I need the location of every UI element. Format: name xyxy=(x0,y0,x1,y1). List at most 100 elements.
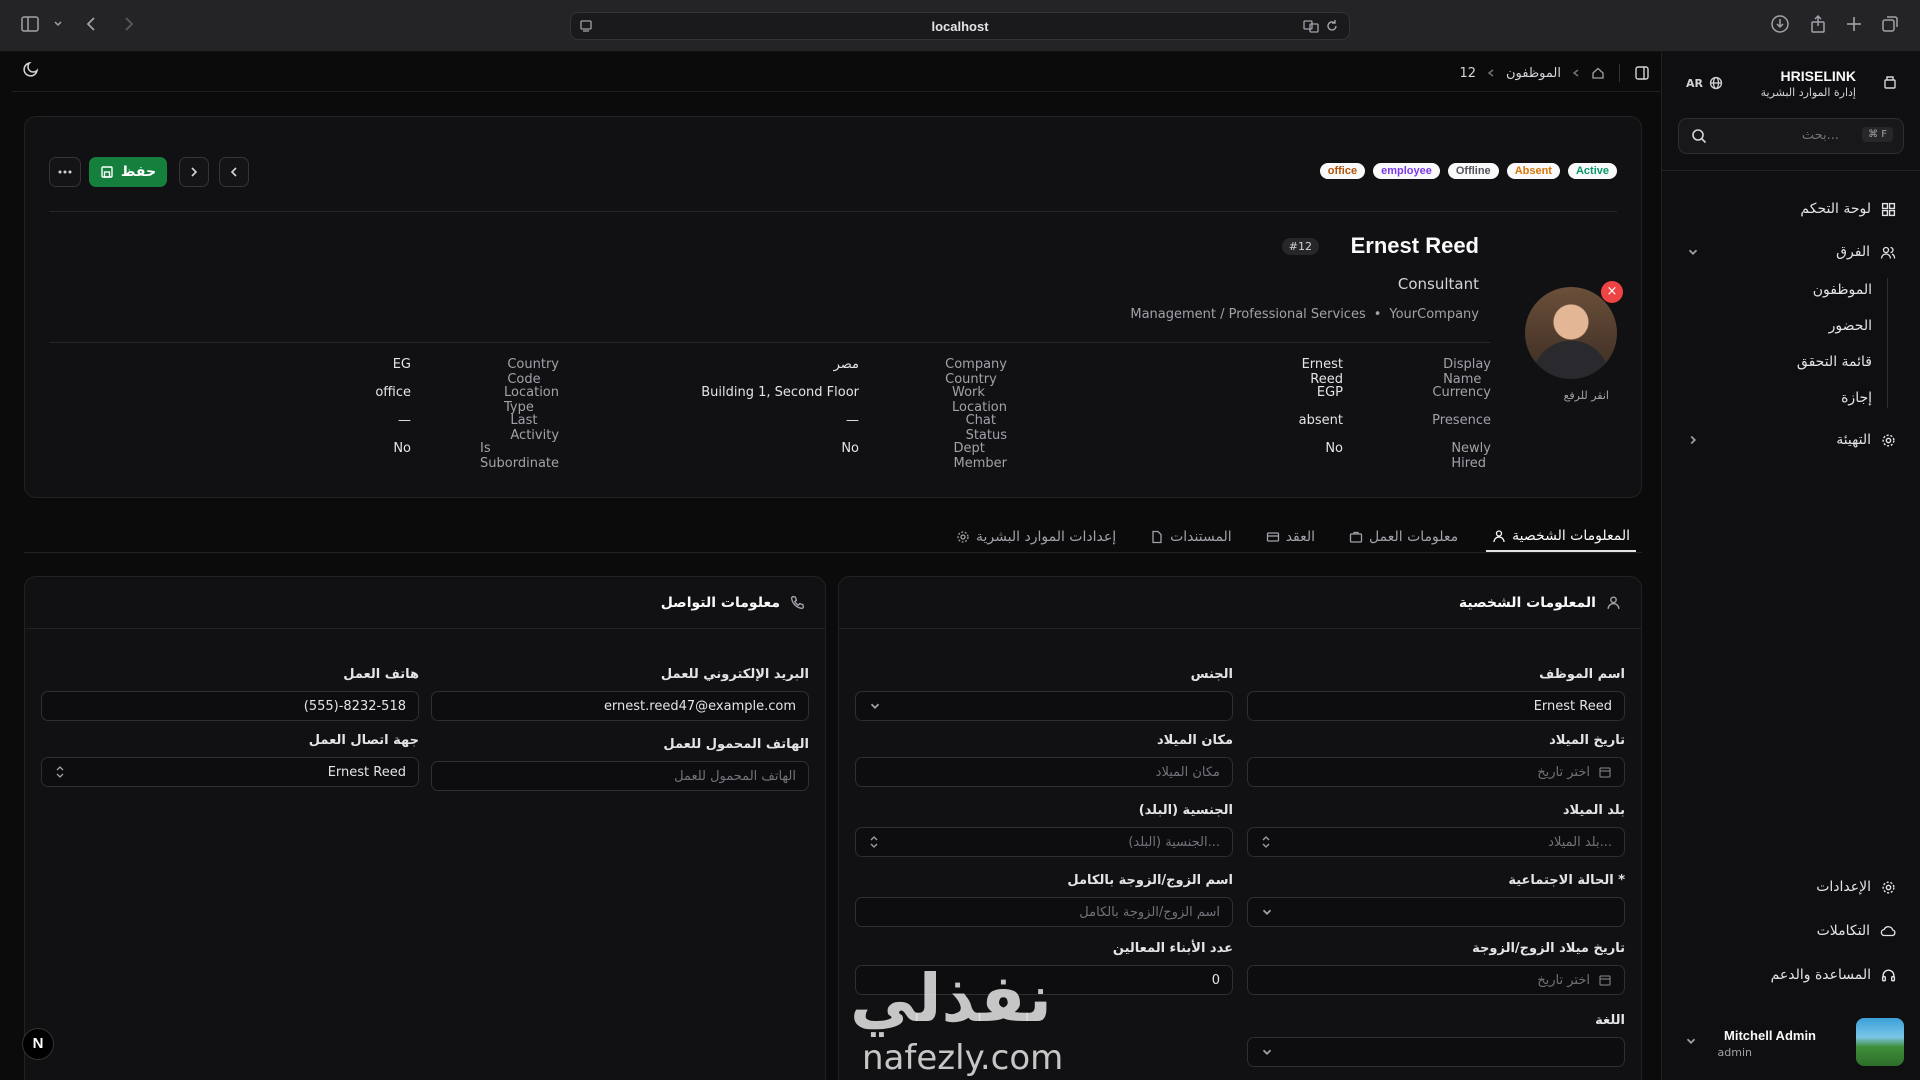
work-phone-input[interactable]: (555)-8232-518 xyxy=(41,691,419,721)
chevron-right-icon xyxy=(188,166,200,178)
address-bar[interactable]: localhost xyxy=(570,12,1350,40)
children-label: عدد الأبناء المعالين xyxy=(1112,941,1233,956)
more-icon xyxy=(57,170,73,174)
reload-icon[interactable] xyxy=(1325,19,1339,33)
sidebar-item-dashboard[interactable]: لوحة التحكم xyxy=(1678,192,1904,226)
nationality-select[interactable]: الجنسية (البلد)... xyxy=(855,827,1233,857)
lang-select[interactable] xyxy=(1247,1037,1625,1067)
spouse-name-label: اسم الزوج/الزوجة بالكامل xyxy=(1067,873,1233,888)
birth-country-label: بلد الميلاد xyxy=(1562,803,1625,818)
dev-tools-badge[interactable]: N xyxy=(22,1028,54,1060)
language-switcher[interactable]: AR xyxy=(1686,76,1723,90)
birthplace-label: مكان الميلاد xyxy=(1156,733,1233,748)
birthplace-input[interactable]: مكان الميلاد xyxy=(855,757,1233,787)
sidebar-toggle-icon[interactable] xyxy=(20,14,40,34)
file-icon xyxy=(1150,530,1164,544)
chevron-down-icon xyxy=(1686,245,1700,259)
record-tabs: المعلومات الشخصية معلومات العمل العقد ال… xyxy=(950,522,1636,552)
chevron-down-icon[interactable] xyxy=(52,18,64,30)
gear-icon xyxy=(956,530,970,544)
personal-info-title: المعلومات الشخصية xyxy=(839,577,1641,629)
sidebar-item-checklist[interactable]: قائمة التحقق xyxy=(1797,354,1872,384)
tab-personal-info[interactable]: المعلومات الشخصية xyxy=(1486,522,1636,552)
avatar-uploader[interactable]: × xyxy=(1525,281,1623,379)
mobile-label: الهاتف المحمول للعمل xyxy=(663,737,809,752)
gear-icon xyxy=(1881,433,1896,448)
grid-icon xyxy=(1881,202,1896,217)
status-badge: Active xyxy=(1567,163,1617,179)
save-button[interactable]: حفظ xyxy=(89,157,167,187)
top-bar: 12 الموظفون xyxy=(12,52,1660,92)
card-icon xyxy=(1266,530,1280,544)
sidebar-item-help[interactable]: المساعدة والدعم xyxy=(1678,958,1904,992)
user-avatar xyxy=(1856,1018,1904,1066)
search-input[interactable]: بحث... ⌘ F xyxy=(1678,118,1904,154)
home-icon[interactable] xyxy=(1591,66,1605,80)
chevron-down-icon xyxy=(1260,1045,1274,1059)
more-actions-button[interactable] xyxy=(49,157,81,187)
download-icon[interactable] xyxy=(1770,14,1790,34)
tab-contract[interactable]: العقد xyxy=(1260,522,1321,552)
tabs-overview-icon[interactable] xyxy=(1880,14,1900,34)
tabs-underline xyxy=(24,552,1642,553)
chevron-left-icon xyxy=(1571,68,1581,78)
users-icon xyxy=(1880,245,1896,260)
user-menu[interactable]: Mitchell Admin admin xyxy=(1678,1010,1904,1080)
spouse-name-input[interactable]: اسم الزوج/الزوجة بالكامل xyxy=(855,897,1233,927)
chevron-down-icon xyxy=(1260,905,1274,919)
sidebar-item-settings[interactable]: الإعدادات xyxy=(1678,870,1904,904)
sidebar-divider xyxy=(1662,170,1920,171)
user-icon xyxy=(1606,595,1621,610)
breadcrumb-employees[interactable]: الموظفون xyxy=(1506,66,1561,81)
prev-record-button[interactable] xyxy=(219,157,249,187)
birth-country-select[interactable]: بلد الميلاد... xyxy=(1247,827,1625,857)
new-tab-icon[interactable] xyxy=(1844,14,1864,34)
tab-documents[interactable]: المستندات xyxy=(1144,522,1238,552)
sidebar-item-leave[interactable]: إجازة xyxy=(1841,390,1872,420)
remove-avatar-button[interactable]: × xyxy=(1601,281,1623,303)
employee-name-input[interactable]: Ernest Reed xyxy=(1247,691,1625,721)
forward-icon[interactable] xyxy=(118,14,138,34)
employee-company: YourCompany xyxy=(1389,307,1479,322)
marital-select[interactable] xyxy=(1247,897,1625,927)
work-email-label: البريد الإلكتروني للعمل xyxy=(660,667,809,682)
updown-icon xyxy=(54,765,66,779)
chevron-left-icon xyxy=(228,166,240,178)
employee-name: Ernest Reed xyxy=(1350,233,1479,258)
avatar[interactable] xyxy=(1525,287,1617,379)
sidebar-item-employees[interactable]: الموظفون xyxy=(1813,282,1872,312)
chevron-down-icon xyxy=(1684,1034,1698,1048)
sidebar-item-onboarding[interactable]: التهيئة xyxy=(1678,423,1904,457)
share-icon[interactable] xyxy=(1808,14,1828,34)
sidebar-item-teams[interactable]: الفرق xyxy=(1678,235,1904,269)
panel-toggle-icon[interactable] xyxy=(1634,65,1650,81)
birthday-input[interactable]: اختر تاريخ xyxy=(1247,757,1625,787)
back-icon[interactable] xyxy=(82,14,102,34)
sidebar-item-integrations[interactable]: التكاملات xyxy=(1678,914,1904,948)
chevron-left-icon xyxy=(1486,68,1496,78)
next-record-button[interactable] xyxy=(179,157,209,187)
tab-work-info[interactable]: معلومات العمل xyxy=(1343,522,1464,552)
work-contact-label: جهة اتصال العمل xyxy=(308,733,419,748)
contact-info-card: معلومات التواصل البريد الإلكتروني للعمل … xyxy=(24,576,826,1080)
chevron-right-icon xyxy=(1686,433,1700,447)
sidebar-item-attendance[interactable]: الحضور xyxy=(1829,318,1872,348)
tab-hr-settings[interactable]: إعدادات الموارد البشرية xyxy=(950,522,1122,552)
chevron-down-icon xyxy=(868,699,882,713)
work-contact-select[interactable]: Ernest Reed xyxy=(41,757,419,787)
sidebar: HRISELINK إدارة الموارد البشرية AR بحث..… xyxy=(1661,52,1920,1080)
children-stepper[interactable]: 0 xyxy=(855,965,1233,995)
work-email-input[interactable]: ernest.reed47@example.com xyxy=(431,691,809,721)
employee-header-card: حفظ Active Absent Offline employee offic… xyxy=(24,116,1642,498)
gender-select[interactable] xyxy=(855,691,1233,721)
spouse-birth-input[interactable]: اختر تاريخ xyxy=(1247,965,1625,995)
mobile-input[interactable]: الهاتف المحمول للعمل xyxy=(431,761,809,791)
globe-icon xyxy=(1709,76,1723,90)
gear-icon xyxy=(1881,880,1896,895)
theme-toggle-icon[interactable] xyxy=(22,60,46,84)
translate-icon[interactable] xyxy=(1303,19,1319,33)
breadcrumb-current: 12 xyxy=(1459,65,1476,81)
search-icon xyxy=(1691,128,1707,144)
submenu-guide xyxy=(1887,278,1888,408)
brand-subtitle: إدارة الموارد البشرية xyxy=(1760,86,1856,99)
